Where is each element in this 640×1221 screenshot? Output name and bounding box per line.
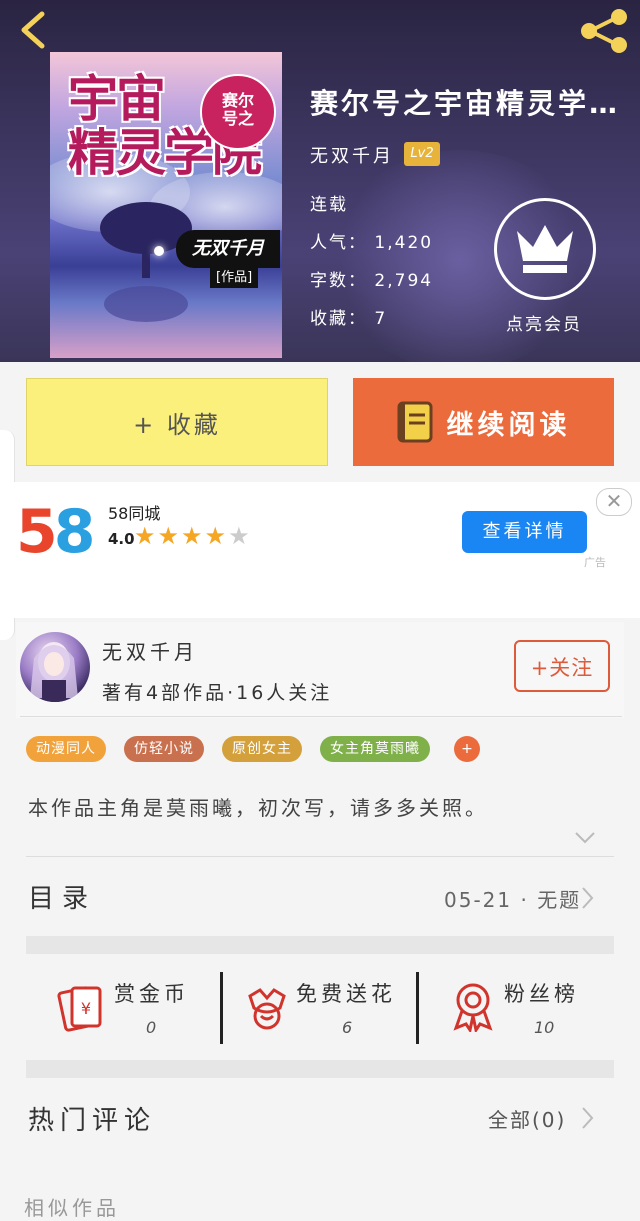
red-envelope-icon: ¥ [57, 986, 102, 1032]
fan-ranking-item[interactable]: 粉丝榜 10 [440, 954, 620, 1060]
ad-logo-5: 5 [16, 497, 58, 567]
toc-row[interactable]: 目录 05-21 · 无题 [0, 858, 640, 934]
author-card-meta: 著有4部作品·16人关注 [102, 682, 333, 704]
continue-reading-label: 继续阅读 [446, 409, 571, 441]
book-cover[interactable]: 宇宙 精灵学院 赛尔 号之 无双千月 [作品] [50, 52, 282, 358]
stat-separator [416, 972, 419, 1044]
avatar-illustration [30, 642, 78, 702]
tag-item[interactable]: 动漫同人 [26, 736, 106, 762]
cover-badge-text: 赛尔 号之 [221, 91, 254, 128]
award-ribbon-icon [453, 983, 493, 1032]
book-header: 宇宙 精灵学院 赛尔 号之 无双千月 [作品] 赛尔号之宇宙精灵学… 无双千月 … [0, 0, 640, 362]
author-card-name[interactable]: 无双千月 [102, 636, 198, 665]
cover-works-label: [作品] [210, 268, 259, 288]
tag-item[interactable]: 女主角莫雨曦 [320, 736, 430, 762]
cover-sparkle [154, 246, 164, 256]
avatar[interactable] [20, 632, 90, 702]
stat-label: 免费送花 [296, 982, 396, 1006]
crown-icon [517, 225, 573, 273]
stat-value: 6 [342, 1018, 353, 1037]
divider [26, 856, 614, 857]
hot-comments-title: 热门评论 [28, 1106, 157, 1136]
tag-item[interactable]: 原创女主 [222, 736, 302, 762]
toc-title: 目录 [28, 884, 97, 914]
vip-button[interactable] [494, 198, 596, 300]
word-count: 字数： 2,794 [310, 271, 434, 291]
tag-item[interactable]: 仿轻小说 [124, 736, 204, 762]
serial-status: 连载 [310, 195, 348, 215]
popularity-count: 人气： 1,420 [310, 233, 434, 253]
cover-badge: 赛尔 号之 [200, 74, 276, 150]
share-icon[interactable] [578, 8, 630, 54]
chevron-right-icon [582, 1107, 594, 1129]
author-card[interactable]: 无双千月 著有4部作品·16人关注 +关注 [16, 622, 624, 718]
ad-close-button[interactable]: ✕ [596, 488, 632, 516]
similar-works-title: 相似作品 [24, 1196, 120, 1220]
ad-name: 58同城 [108, 504, 161, 523]
stat-label: 粉丝榜 [504, 982, 579, 1006]
book-icon [397, 401, 432, 443]
book-author[interactable]: 无双千月 [310, 142, 394, 168]
svg-text:¥: ¥ [81, 999, 91, 1018]
continue-reading-button[interactable]: 继续阅读 [353, 378, 614, 466]
flower-icon [248, 988, 286, 1030]
chevron-right-icon [582, 887, 594, 909]
ad-stars-filled: ★★★★ [134, 522, 229, 550]
ad-score: 4.0 [108, 530, 135, 548]
free-flowers-item[interactable]: 免费送花 6 [234, 954, 414, 1060]
stat-value: 0 [146, 1018, 157, 1037]
stat-label: 赏金币 [114, 982, 189, 1006]
favorites-count: 收藏： 7 [310, 309, 388, 329]
ad-tag: 广告 [584, 556, 606, 569]
collect-button-label: + 收藏 [133, 410, 221, 439]
stat-value: 10 [534, 1018, 555, 1037]
cover-author: 无双千月 [176, 230, 280, 268]
chevron-down-icon[interactable] [574, 830, 596, 846]
ad-logo-8: 8 [53, 497, 96, 567]
ad-rating-stars: ★★★★★ [134, 522, 252, 550]
ad-view-details-button[interactable]: 查看详情 [462, 511, 587, 553]
toc-latest-chapter: 05-21 · 无题 [444, 888, 582, 912]
all-comments-link[interactable]: 全部(0) [488, 1104, 566, 1133]
ad-star-empty: ★ [228, 522, 252, 550]
section-separator [26, 936, 614, 954]
back-arrow-icon[interactable] [14, 10, 54, 50]
book-synopsis: 本作品主角是莫雨曦，初次写，请多多关照。 [28, 796, 488, 820]
section-separator [26, 1060, 614, 1078]
stats-row: ¥ 赏金币 0 免费送花 6 粉丝榜 10 [0, 954, 640, 1060]
divider [20, 716, 622, 717]
hot-comments-row[interactable]: 热门评论 全部(0) [0, 1078, 640, 1162]
collect-button[interactable]: + 收藏 [26, 378, 328, 466]
level-badge: Lv2 [404, 142, 440, 166]
book-title: 赛尔号之宇宙精灵学… [310, 87, 621, 120]
stat-separator [220, 972, 223, 1044]
ad-banner[interactable]: 58 58同城 4.0 ★★★★★ 查看详情 ✕ 广告 [0, 482, 640, 618]
ad-logo: 58 [16, 497, 96, 567]
tag-more-button[interactable]: + [454, 736, 480, 762]
follow-button[interactable]: +关注 [514, 640, 610, 692]
reward-coins-item[interactable]: ¥ 赏金币 0 [40, 954, 220, 1060]
vip-label[interactable]: 点亮会员 [484, 310, 604, 335]
